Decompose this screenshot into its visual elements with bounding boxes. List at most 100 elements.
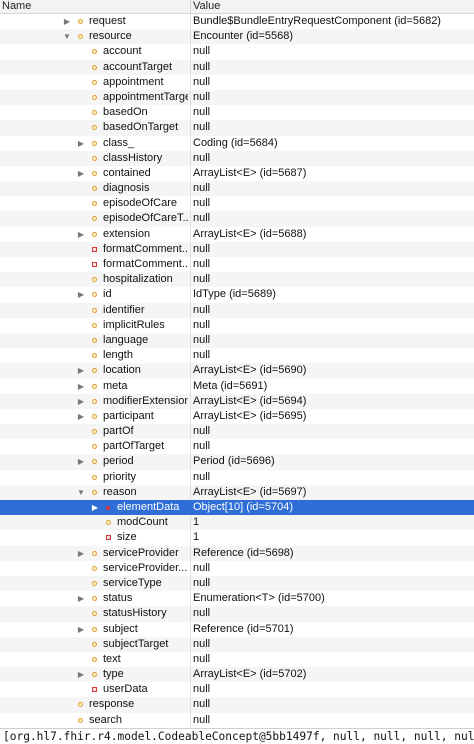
tree-row[interactable]: statusHistory null: [0, 606, 474, 622]
chevron-right-icon[interactable]: ▶: [76, 287, 86, 302]
chevron-right-icon[interactable]: ▶: [76, 379, 86, 394]
column-divider: [190, 302, 191, 318]
tree-row[interactable]: ▶ class_ Coding (id=5684): [0, 135, 474, 151]
tree-row[interactable]: length null: [0, 348, 474, 364]
chevron-right-icon[interactable]: ▶: [76, 454, 86, 469]
tree-row[interactable]: formatComment... null: [0, 257, 474, 273]
name-cell: accountTarget: [0, 60, 188, 75]
tree-row[interactable]: userData null: [0, 682, 474, 698]
field-icon: [92, 292, 97, 298]
tree-row[interactable]: implicitRules null: [0, 317, 474, 333]
tree-row[interactable]: basedOn null: [0, 105, 474, 121]
variable-name: resource: [89, 30, 132, 43]
tree-row[interactable]: basedOnTarget null: [0, 120, 474, 136]
tree-row[interactable]: ▶ type ArrayList<E> (id=5702): [0, 667, 474, 683]
tree-row[interactable]: classHistory null: [0, 150, 474, 166]
tree-row[interactable]: episodeOfCare null: [0, 196, 474, 212]
tree-row[interactable]: priority null: [0, 469, 474, 485]
tree-row[interactable]: ▶ subject Reference (id=5701): [0, 621, 474, 637]
column-divider: [190, 439, 191, 455]
chevron-right-icon[interactable]: ▶: [76, 667, 86, 682]
tree-row[interactable]: formatComment... null: [0, 241, 474, 257]
variable-value: Period (id=5696): [193, 455, 275, 468]
tree-row[interactable]: ▶ id IdType (id=5689): [0, 287, 474, 303]
tree-row[interactable]: ▶ period Period (id=5696): [0, 454, 474, 470]
tree-row[interactable]: ▶ participant ArrayList<E> (id=5695): [0, 408, 474, 425]
tree-row[interactable]: ▶ extension ArrayList<E> (id=5688): [0, 226, 474, 242]
detail-pane[interactable]: [org.hl7.fhir.r4.model.CodeableConcept@5…: [0, 728, 474, 744]
chevron-down-icon[interactable]: ▼: [76, 485, 86, 500]
name-cell: diagnosis: [0, 181, 188, 196]
chevron-right-icon[interactable]: ▶: [76, 409, 86, 424]
chevron-right-icon[interactable]: ▶: [62, 14, 72, 29]
name-cell: ▶ location: [0, 363, 188, 378]
tree-row[interactable]: partOfTarget null: [0, 439, 474, 455]
variable-value: null: [193, 637, 211, 650]
name-cell: userData: [0, 682, 188, 697]
name-column-header[interactable]: Name: [2, 0, 31, 13]
name-cell: ▶ contained: [0, 166, 188, 181]
column-divider: [190, 515, 191, 531]
chevron-down-icon[interactable]: ▼: [62, 29, 72, 44]
tree-row[interactable]: serviceType null: [0, 575, 474, 592]
field-icon: [92, 94, 97, 100]
variable-value: null: [193, 121, 211, 134]
chevron-right-icon[interactable]: ▶: [76, 622, 86, 637]
column-divider[interactable]: [190, 0, 191, 13]
tree-row[interactable]: appointmentTarget null: [0, 89, 474, 106]
tree-row[interactable]: response null: [0, 697, 474, 713]
tree-row[interactable]: hospitalization null: [0, 272, 474, 288]
field-icon: [92, 353, 97, 359]
tree-row[interactable]: subjectTarget null: [0, 636, 474, 652]
tree-row[interactable]: ▶ status Enumeration<T> (id=5700): [0, 591, 474, 607]
variable-value: ArrayList<E> (id=5687): [193, 166, 307, 179]
variable-name: id: [103, 288, 112, 301]
private-field-icon: [106, 505, 110, 510]
tree-row[interactable]: identifier null: [0, 302, 474, 318]
tree-row[interactable]: episodeOfCareT... null: [0, 211, 474, 227]
tree-row[interactable]: diagnosis null: [0, 181, 474, 197]
tree-row[interactable]: ▶ contained ArrayList<E> (id=5687): [0, 165, 474, 182]
variable-value: ArrayList<E> (id=5697): [193, 485, 307, 498]
tree-row[interactable]: appointment null: [0, 74, 474, 90]
tree-row[interactable]: text null: [0, 651, 474, 668]
variable-name: diagnosis: [103, 182, 150, 195]
tree-row[interactable]: account null: [0, 44, 474, 60]
chevron-right-icon[interactable]: ▶: [90, 500, 100, 515]
tree-row[interactable]: partOf null: [0, 424, 474, 440]
tree-row[interactable]: modCount 1: [0, 515, 474, 531]
name-cell: ▶ participant: [0, 409, 188, 424]
tree-row[interactable]: ▶ meta Meta (id=5691): [0, 378, 474, 394]
chevron-right-icon[interactable]: ▶: [76, 394, 86, 409]
name-cell: ▶ request: [0, 14, 188, 29]
chevron-right-icon[interactable]: ▶: [76, 546, 86, 561]
tree-row[interactable]: size 1: [0, 530, 474, 546]
field-icon: [92, 398, 97, 404]
chevron-right-icon[interactable]: ▶: [76, 166, 86, 181]
tree-row[interactable]: language null: [0, 332, 474, 349]
chevron-right-icon[interactable]: ▶: [76, 363, 86, 378]
tree-row[interactable]: ▶ serviceProvider Reference (id=5698): [0, 545, 474, 561]
value-column-header[interactable]: Value: [193, 0, 220, 13]
chevron-right-icon[interactable]: ▶: [76, 227, 86, 242]
column-divider: [190, 393, 191, 409]
column-divider: [190, 150, 191, 166]
tree-row[interactable]: ▶ request Bundle$BundleEntryRequestCompone…: [0, 14, 474, 30]
chevron-right-icon[interactable]: ▶: [76, 136, 86, 151]
tree-row[interactable]: ▶ modifierExtension ArrayList<E> (id=5694): [0, 393, 474, 409]
tree-row[interactable]: ▼ reason ArrayList<E> (id=5697): [0, 484, 474, 500]
tree-row[interactable]: ▶ location ArrayList<E> (id=5690): [0, 363, 474, 379]
variable-name: episodeOfCareT...: [103, 212, 188, 225]
variable-name: account: [103, 45, 142, 58]
tree-row[interactable]: ▼ resource Encounter (id=5568): [0, 29, 474, 45]
tree-row[interactable]: serviceProvider... null: [0, 560, 474, 576]
variable-value: Enumeration<T> (id=5700): [193, 592, 325, 605]
tree-row[interactable]: accountTarget null: [0, 59, 474, 75]
variable-value: Encounter (id=5568): [193, 30, 293, 43]
column-divider: [190, 105, 191, 121]
chevron-right-icon[interactable]: ▶: [76, 591, 86, 606]
name-cell: search: [0, 713, 188, 728]
name-cell: size: [0, 530, 188, 545]
tree-row[interactable]: ▶ elementData Object[10] (id=5704): [0, 500, 474, 516]
tree-row[interactable]: search null: [0, 712, 474, 728]
